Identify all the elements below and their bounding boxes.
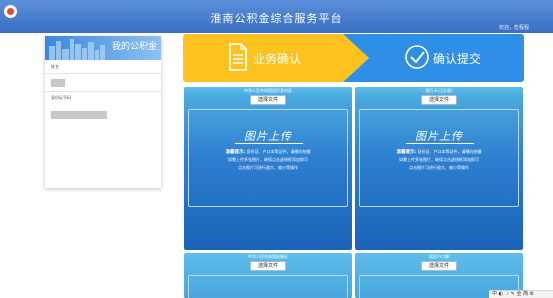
id-number-label: 身份证号码 xyxy=(51,95,71,100)
tip-text: 如需上传多张图片，继续点击虚线框添加即可 xyxy=(228,157,308,162)
step-business-confirm: 业务确认 xyxy=(183,34,369,82)
choose-file-button[interactable]: 选择文件 xyxy=(250,95,286,105)
tip-text: 点击图片可进行放大、缩小等操作 xyxy=(409,165,469,170)
app-title: 淮南公积金综合服务平台 xyxy=(210,12,343,25)
tip-heading: 温馨提示: xyxy=(225,150,246,155)
step-confirm-submit: 确认提交 xyxy=(343,34,524,82)
choose-file-button[interactable]: 选择文件 xyxy=(421,95,457,105)
upload-drop-zone[interactable] xyxy=(188,275,348,298)
upload-panel-id-card: 中华人民共和国居民身份证 选择文件 图片上传 温馨提示: 身份证、户口本等证件，… xyxy=(184,87,352,250)
panel-caption: 中华人民共和国居民身份证 xyxy=(244,88,292,93)
upload-drop-zone[interactable]: 图片上传 温馨提示: 身份证、户口本等证件，请横向拍摄 如需上传多张图片，继续点… xyxy=(359,109,519,207)
tip-text: 点击图片可进行放大、缩小等操作 xyxy=(238,165,298,170)
panel-caption: 居民户口簿 xyxy=(429,254,449,259)
name-label: 姓名 xyxy=(51,64,59,69)
step-2-label: 确认提交 xyxy=(433,52,482,66)
upload-title: 图片上传 xyxy=(415,130,463,143)
document-icon xyxy=(229,43,247,71)
welcome-text: 欢迎，危程程 xyxy=(498,25,529,31)
choose-file-button[interactable]: 选择文件 xyxy=(421,261,457,271)
banner-title: 我的公积金 xyxy=(111,42,157,52)
tip-text: 身份证、户口本等证件，请横向拍摄 xyxy=(417,149,482,154)
input-method-tray[interactable]: 中 ◐ ☽ ✎ 全 简 ⚙ xyxy=(489,290,553,298)
step-1-label: 业务确认 xyxy=(253,52,302,66)
name-value-redacted xyxy=(51,79,65,87)
upload-title: 图片上传 xyxy=(244,130,292,143)
upload-drop-zone[interactable]: 图片上传 温馨提示: 身份证、户口本等证件，请横向拍摄 如需上传多张图片，继续点… xyxy=(188,109,348,207)
panel-caption: 银行卡(正反面) xyxy=(425,88,453,93)
upload-panel-marriage-cert: 中华人民共和国结婚证 选择文件 xyxy=(184,253,352,298)
check-circle-icon xyxy=(405,45,429,69)
tip-text: 身份证、户口本等证件，请横向拍摄 xyxy=(246,149,311,154)
profile-banner: 我的公积金 xyxy=(45,36,161,60)
top-header: 淮南公积金综合服务平台 欢迎，危程程 xyxy=(0,0,553,33)
tip-heading: 温馨提示: xyxy=(396,150,417,155)
panel-caption: 中华人民共和国结婚证 xyxy=(248,254,288,259)
profile-card: 我的公积金 姓名 身份证号码 xyxy=(45,36,161,188)
choose-file-button[interactable]: 选择文件 xyxy=(250,261,286,271)
tip-text: 如需上传多张图片，继续点击虚线框添加即可 xyxy=(399,157,479,162)
id-number-value-redacted xyxy=(51,111,107,119)
upload-panel-bank-card: 银行卡(正反面) 选择文件 图片上传 温馨提示: 身份证、户口本等证件，请横向拍… xyxy=(355,87,523,250)
